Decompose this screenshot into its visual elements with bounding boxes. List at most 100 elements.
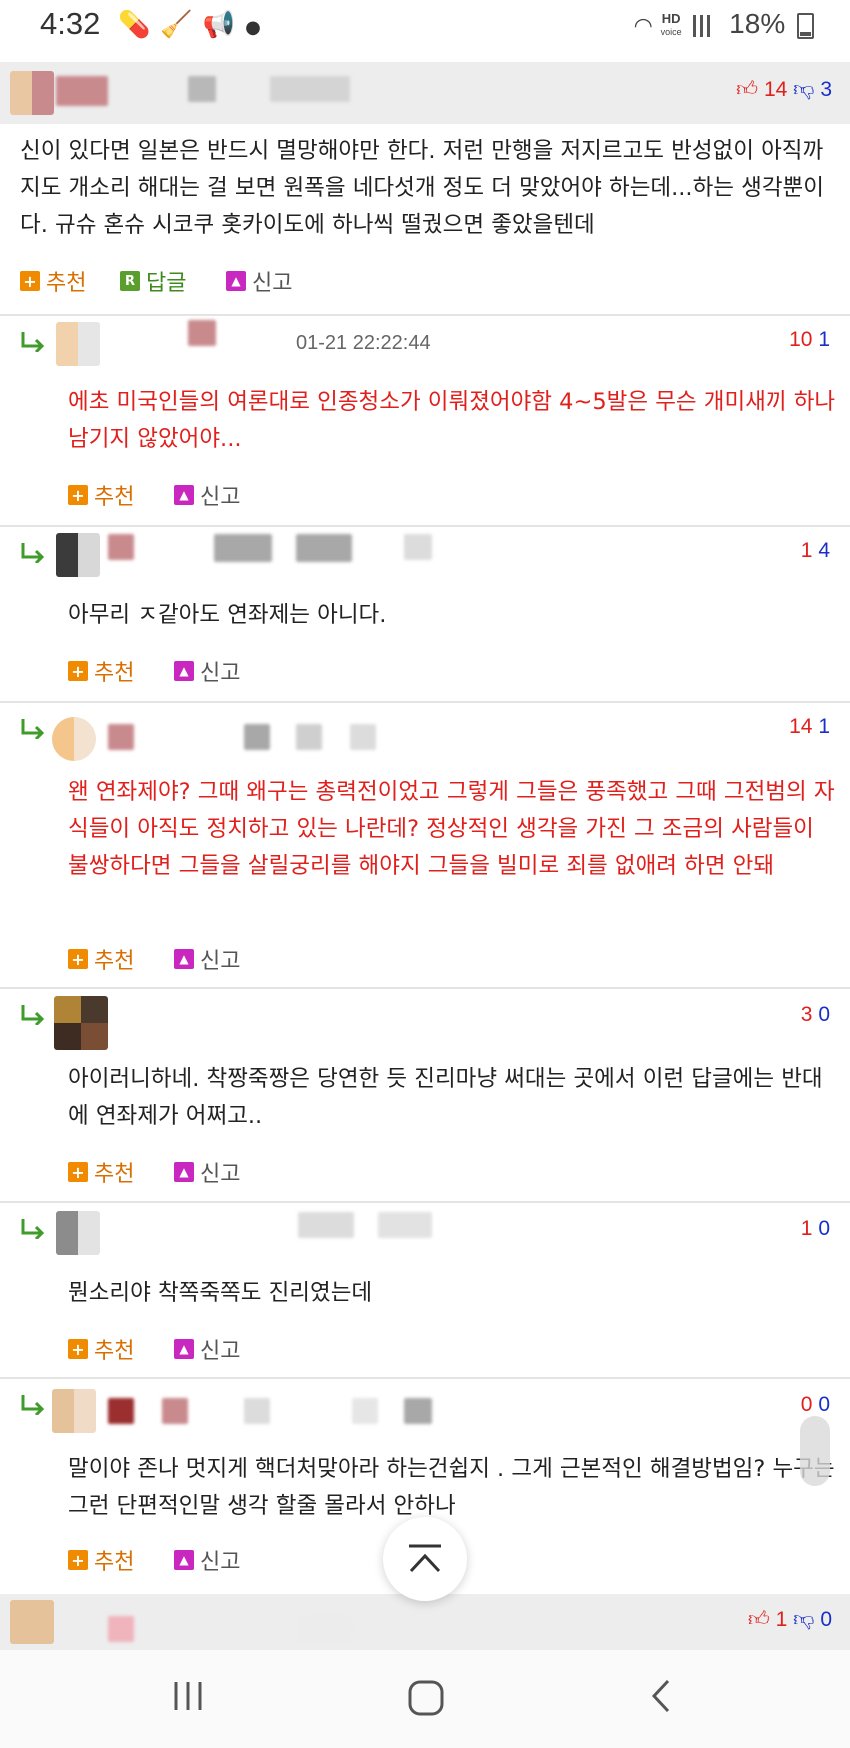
blurred-username [378, 1212, 432, 1238]
dot-icon: ● [245, 17, 271, 38]
report-button[interactable]: ▲ 신고 [174, 1333, 240, 1365]
thumbs-down-icon[interactable]: 👎︎ [793, 1608, 814, 1631]
downvote-count: 4 [818, 539, 830, 562]
reply-actions: + 추천 ▲ 신고 [68, 943, 368, 975]
status-time: 4:32 [40, 6, 101, 41]
recommend-button[interactable]: + 추천 [68, 479, 134, 511]
blurred-username [296, 534, 352, 562]
reply-body: 왠 연좌제야? 그때 왜구는 총력전이었고 그렇게 그들은 풍족했고 그때 그전… [68, 779, 835, 879]
reply-icon: R [120, 271, 140, 291]
recommend-button[interactable]: + 추천 [68, 943, 134, 975]
reply-actions: + 추천 ▲ 신고 [68, 655, 368, 687]
vote-counts: 1 0 [801, 1217, 830, 1241]
blurred-username [162, 1398, 188, 1424]
report-button[interactable]: ▲ 신고 [174, 655, 240, 687]
vote-counts: 0 0 [801, 1393, 830, 1417]
avatar[interactable] [56, 1211, 100, 1255]
recommend-button[interactable]: + 추천 [68, 1333, 134, 1365]
downvote-count: 0 [818, 1393, 830, 1416]
report-button[interactable]: ▲ 신고 [174, 1544, 240, 1576]
reply-actions: + 추천 ▲ 신고 [68, 1333, 368, 1365]
plus-icon: + [68, 949, 88, 969]
comment-header: 👍︎ 14 👎︎ 3 [0, 62, 850, 124]
avatar[interactable] [56, 322, 100, 366]
vote-counts: 👍︎ 1 👎︎ 0 [748, 1606, 832, 1632]
blurred-username [244, 1398, 270, 1424]
thumbs-down-icon[interactable]: 👎︎ [793, 78, 814, 101]
blurred-username [296, 724, 322, 750]
report-button[interactable]: ▲ 신고 [174, 943, 240, 975]
report-button[interactable]: ▲ 신고 [226, 265, 292, 297]
blurred-username [300, 1616, 350, 1642]
siren-icon: ▲ [174, 1162, 194, 1182]
avatar[interactable] [10, 1600, 54, 1644]
vote-counts: 3 0 [801, 1003, 830, 1027]
downvote-count: 1 [818, 715, 830, 738]
reply-arrow-icon [20, 1003, 46, 1025]
blurred-username [404, 534, 432, 560]
downvote-count: 1 [818, 328, 830, 351]
blurred-username [108, 534, 134, 560]
plus-icon: + [68, 661, 88, 681]
recent-apps-icon[interactable] [170, 1678, 206, 1714]
avatar[interactable] [10, 71, 54, 115]
divider [0, 987, 850, 989]
reply-body: 아이러니하네. 착짱죽짱은 당연한 듯 진리마냥 써대는 곳에서 이런 답글에는… [68, 1066, 823, 1129]
comment-header: 👍︎ 1 👎︎ 0 [0, 1594, 850, 1650]
reply-date: 01-21 22:22:44 [296, 332, 431, 354]
downvote-count: 0 [818, 1003, 830, 1026]
hd-voice-icon: HD voice [660, 11, 682, 38]
blurred-username [188, 76, 216, 102]
battery-icon [797, 12, 814, 39]
blurred-username [352, 1398, 378, 1424]
thumbs-up-icon[interactable]: 👍︎ [748, 1608, 770, 1631]
avatar[interactable] [52, 1389, 96, 1433]
upvote-count: 14 [789, 715, 813, 738]
siren-icon: ▲ [174, 485, 194, 505]
downvote-count: 0 [820, 1608, 832, 1631]
blurred-username [350, 724, 376, 750]
home-icon[interactable] [406, 1678, 446, 1718]
downvote-count: 3 [820, 78, 832, 101]
plus-icon: + [20, 271, 40, 291]
report-button[interactable]: ▲ 신고 [174, 1156, 240, 1188]
siren-icon: ▲ [174, 949, 194, 969]
upvote-count: 1 [775, 1608, 788, 1631]
avatar[interactable] [56, 533, 100, 577]
blurred-username [188, 320, 216, 346]
plus-icon: + [68, 485, 88, 505]
reply-body: 말이야 존나 멋지게 핵더처맞아라 하는건쉽지 . 그게 근본적인 해결방법임?… [68, 1456, 835, 1519]
scroll-handle[interactable] [800, 1416, 830, 1486]
recommend-button[interactable]: + 추천 [68, 1544, 134, 1576]
blurred-username [108, 1398, 134, 1424]
system-nav-bar [0, 1650, 850, 1748]
recommend-button[interactable]: + 추천 [68, 655, 134, 687]
comment-actions: + 추천 R 답글 ▲ 신고 [20, 265, 420, 297]
scroll-to-top-button[interactable] [383, 1517, 467, 1601]
blurred-username [108, 724, 134, 750]
reply-body: 뭔소리야 착쪽죽쪽도 진리였는데 [68, 1280, 373, 1306]
siren-icon: ▲ [174, 661, 194, 681]
reply-arrow-icon [20, 1393, 46, 1415]
recommend-button[interactable]: + 추천 [68, 1156, 134, 1188]
siren-icon: ▲ [226, 271, 246, 291]
vote-counts: 👍︎ 14 👎︎ 3 [736, 76, 832, 102]
divider [0, 314, 850, 316]
wifi-icon: ◠ [633, 13, 653, 38]
divider [0, 701, 850, 703]
recommend-button[interactable]: + 추천 [20, 265, 86, 297]
back-icon[interactable] [646, 1678, 676, 1714]
report-button[interactable]: ▲ 신고 [174, 479, 240, 511]
upvote-count: 1 [800, 1217, 813, 1240]
thumbs-up-icon[interactable]: 👍︎ [736, 78, 758, 101]
blurred-username [298, 1212, 354, 1238]
divider [0, 1201, 850, 1203]
reply-button[interactable]: R 답글 [120, 265, 186, 297]
upvote-count: 14 [763, 78, 788, 101]
avatar[interactable] [52, 717, 96, 761]
avatar[interactable] [54, 996, 108, 1050]
chevron-up-icon [409, 1544, 441, 1573]
reply-body: 아무리 ㅈ같아도 연좌제는 아니다. [68, 602, 387, 628]
broom-icon: 🧹 [160, 10, 203, 40]
reply-arrow-icon [20, 717, 46, 739]
